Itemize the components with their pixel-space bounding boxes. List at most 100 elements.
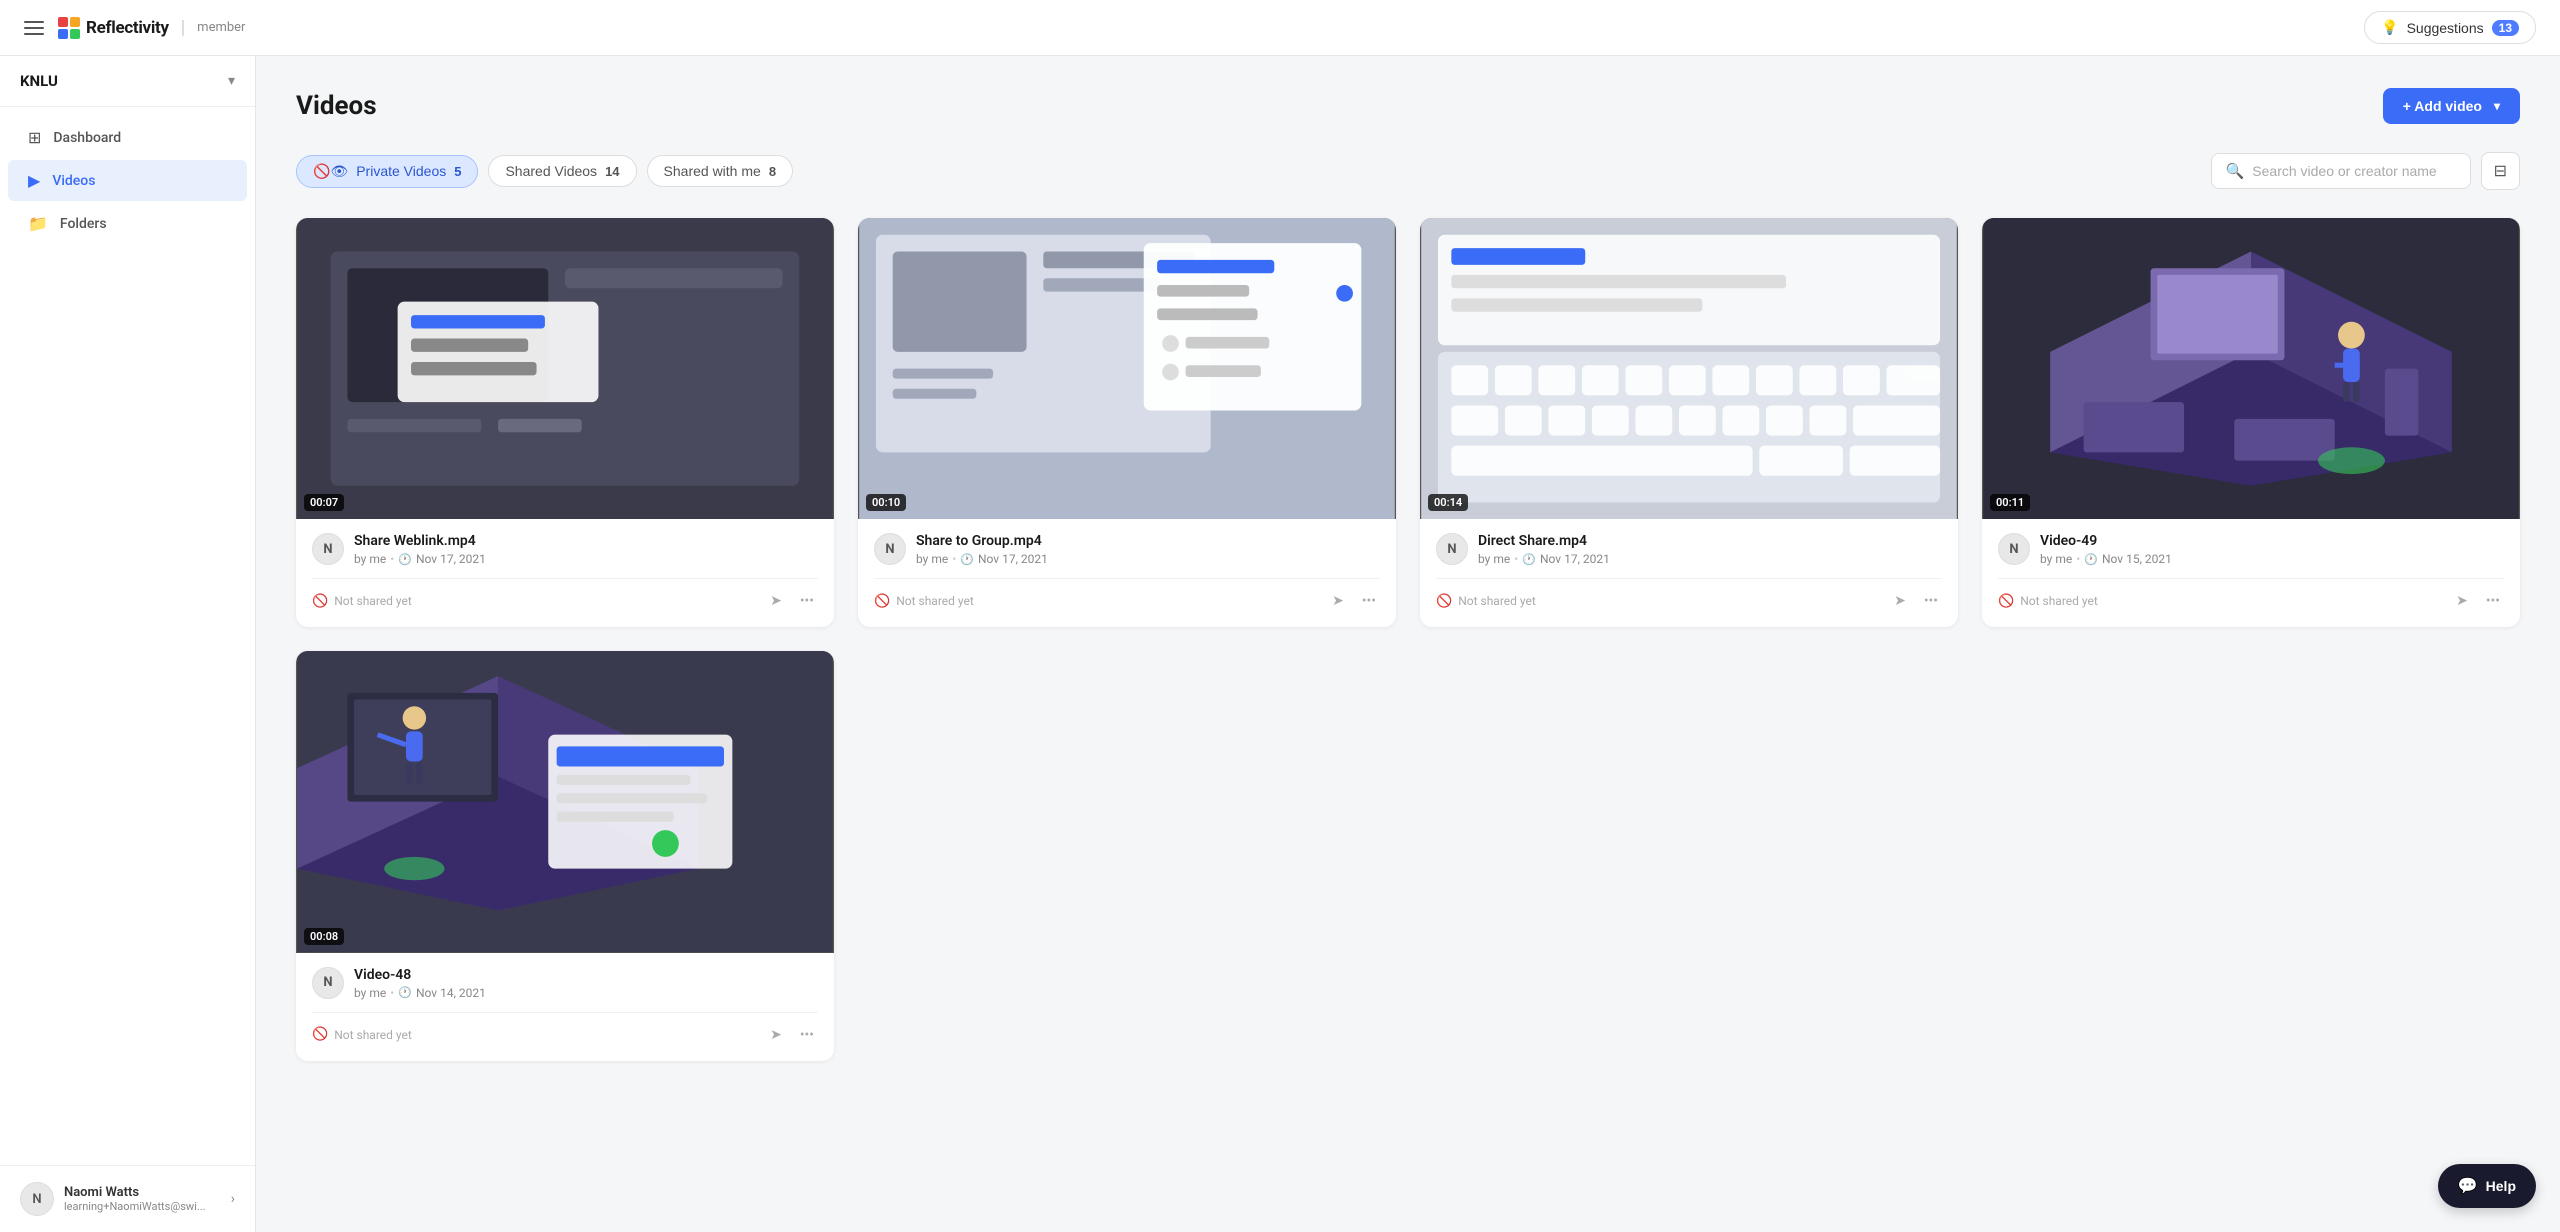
share-icon[interactable]: ➤ <box>1890 589 1910 613</box>
video-info: Video-48 by me • 🕐 Nov 14, 2021 <box>354 967 818 1000</box>
hamburger-menu[interactable] <box>24 21 44 35</box>
tab-shared-with-me[interactable]: Shared with me 8 <box>647 155 794 187</box>
creator-name: by me <box>2040 552 2072 566</box>
video-title: Direct Share.mp4 <box>1478 533 1942 549</box>
clock-icon: 🕐 <box>2084 553 2098 566</box>
topnav-left: Reflectivity | member <box>24 17 245 39</box>
video-meta: N Share Weblink.mp4 by me • 🕐 Nov 17, 20… <box>312 533 818 566</box>
share-icon[interactable]: ➤ <box>1328 589 1348 613</box>
share-icon[interactable]: ➤ <box>766 589 786 613</box>
tab-private-videos[interactable]: 🚫👁 Private Videos 5 <box>296 155 478 188</box>
sidebar-item-folders[interactable]: 📁 Folders <box>8 203 247 244</box>
video-sub: by me • 🕐 Nov 17, 2021 <box>916 552 1380 566</box>
more-options-icon[interactable]: ••• <box>1358 589 1380 613</box>
add-video-label: + Add video <box>2403 98 2482 114</box>
sidebar-item-dashboard[interactable]: ⊞ Dashboard <box>8 117 247 158</box>
help-button[interactable]: 💬 Help <box>2438 1164 2536 1208</box>
video-actions: ➤ ••• <box>1890 589 1942 613</box>
video-card-body: N Direct Share.mp4 by me • 🕐 Nov 17, 202… <box>1420 519 1958 627</box>
video-card-footer: 🚫 Not shared yet ➤ ••• <box>312 578 818 613</box>
dashboard-icon: ⊞ <box>28 128 41 147</box>
tabs-row: 🚫👁 Private Videos 5 Shared Videos 14 Sha… <box>296 152 2520 190</box>
video-card[interactable]: 00:10 N Share to Group.mp4 by me • 🕐 Nov… <box>858 218 1396 627</box>
clock-icon: 🕐 <box>398 986 412 999</box>
video-meta: N Direct Share.mp4 by me • 🕐 Nov 17, 202… <box>1436 533 1942 566</box>
sidebar-user[interactable]: N Naomi Watts learning+NaomiWatts@swi...… <box>0 1165 255 1232</box>
eye-slash-icon: 🚫 <box>312 1027 328 1042</box>
video-actions: ➤ ••• <box>1328 589 1380 613</box>
eye-slash-icon: 🚫 <box>312 594 328 609</box>
clock-icon: 🕐 <box>960 553 974 566</box>
videos-icon: ▶ <box>28 171 40 190</box>
video-info: Share to Group.mp4 by me • 🕐 Nov 17, 202… <box>916 533 1380 566</box>
video-thumbnail: 00:11 <box>1982 218 2520 519</box>
avatar: N <box>20 1182 54 1216</box>
sidebar-nav: ⊞ Dashboard ▶ Videos 📁 Folders <box>0 107 255 1165</box>
tab-label: Shared with me <box>664 163 761 179</box>
tab-label: Shared Videos <box>505 163 597 179</box>
folders-icon: 📁 <box>28 214 48 233</box>
more-options-icon[interactable]: ••• <box>796 589 818 613</box>
logo-divider: | <box>181 17 185 38</box>
chevron-down-icon: ▾ <box>228 73 235 89</box>
sidebar-item-label: Dashboard <box>53 130 121 146</box>
share-status: 🚫 Not shared yet <box>874 594 974 609</box>
share-status: 🚫 Not shared yet <box>312 1027 412 1042</box>
tab-shared-videos[interactable]: Shared Videos 14 <box>488 155 636 187</box>
video-actions: ➤ ••• <box>766 1023 818 1047</box>
video-title: Share to Group.mp4 <box>916 533 1380 549</box>
logo-icon <box>58 17 80 39</box>
share-status: 🚫 Not shared yet <box>312 594 412 609</box>
video-card-body: N Share to Group.mp4 by me • 🕐 Nov 17, 2… <box>858 519 1396 627</box>
search-icon: 🔍 <box>2226 162 2245 180</box>
search-box[interactable]: 🔍 <box>2211 153 2471 189</box>
add-video-button[interactable]: + Add video ▾ <box>2383 88 2520 124</box>
eye-slash-icon: 🚫👁 <box>313 163 348 180</box>
share-status-label: Not shared yet <box>2020 594 2098 608</box>
filter-button[interactable]: ⊟ <box>2481 152 2520 190</box>
video-title: Video-48 <box>354 967 818 983</box>
video-card-body: N Share Weblink.mp4 by me • 🕐 Nov 17, 20… <box>296 519 834 627</box>
sidebar-item-videos[interactable]: ▶ Videos <box>8 160 247 201</box>
chevron-down-icon: ▾ <box>2494 99 2500 113</box>
search-input[interactable] <box>2252 163 2452 179</box>
share-status-label: Not shared yet <box>334 594 412 608</box>
video-duration: 00:10 <box>866 494 906 511</box>
video-card[interactable]: 00:08 N Video-48 by me • 🕐 Nov 14, 2021 <box>296 651 834 1060</box>
video-card-footer: 🚫 Not shared yet ➤ ••• <box>312 1012 818 1047</box>
main-content: Videos + Add video ▾ 🚫👁 Private Videos 5… <box>256 56 2560 1232</box>
tab-label: Private Videos <box>356 163 446 179</box>
clock-icon: 🕐 <box>1522 553 1536 566</box>
user-name: Naomi Watts <box>64 1185 221 1200</box>
creator-name: by me <box>916 552 948 566</box>
share-icon[interactable]: ➤ <box>766 1023 786 1047</box>
video-thumbnail: 00:10 <box>858 218 1396 519</box>
video-card[interactable]: 00:11 N Video-49 by me • 🕐 Nov 15, 2021 <box>1982 218 2520 627</box>
share-status: 🚫 Not shared yet <box>1436 594 1536 609</box>
creator-avatar: N <box>312 533 344 565</box>
more-options-icon[interactable]: ••• <box>2482 589 2504 613</box>
suggestions-badge: 13 <box>2492 20 2519 36</box>
video-card[interactable]: 00:14 N Direct Share.mp4 by me • 🕐 Nov 1… <box>1420 218 1958 627</box>
video-actions: ➤ ••• <box>766 589 818 613</box>
video-thumbnail: 00:14 <box>1420 218 1958 519</box>
more-options-icon[interactable]: ••• <box>796 1023 818 1047</box>
video-info: Direct Share.mp4 by me • 🕐 Nov 17, 2021 <box>1478 533 1942 566</box>
creator-avatar: N <box>874 533 906 565</box>
page-title: Videos <box>296 91 377 121</box>
more-options-icon[interactable]: ••• <box>1920 589 1942 613</box>
share-status-label: Not shared yet <box>896 594 974 608</box>
suggestions-button[interactable]: 💡 Suggestions 13 <box>2364 11 2536 44</box>
video-title: Video-49 <box>2040 533 2504 549</box>
filter-icon: ⊟ <box>2494 163 2507 180</box>
share-icon[interactable]: ➤ <box>2452 589 2472 613</box>
video-card[interactable]: 00:07 N Share Weblink.mp4 by me • 🕐 Nov … <box>296 218 834 627</box>
eye-slash-icon: 🚫 <box>874 594 890 609</box>
video-meta: N Video-48 by me • 🕐 Nov 14, 2021 <box>312 967 818 1000</box>
video-sub: by me • 🕐 Nov 17, 2021 <box>1478 552 1942 566</box>
video-sub: by me • 🕐 Nov 14, 2021 <box>354 986 818 1000</box>
help-label: Help <box>2486 1178 2516 1194</box>
video-info: Share Weblink.mp4 by me • 🕐 Nov 17, 2021 <box>354 533 818 566</box>
search-filter-row: 🔍 ⊟ <box>2211 152 2520 190</box>
org-selector[interactable]: KNLU ▾ <box>0 56 255 107</box>
